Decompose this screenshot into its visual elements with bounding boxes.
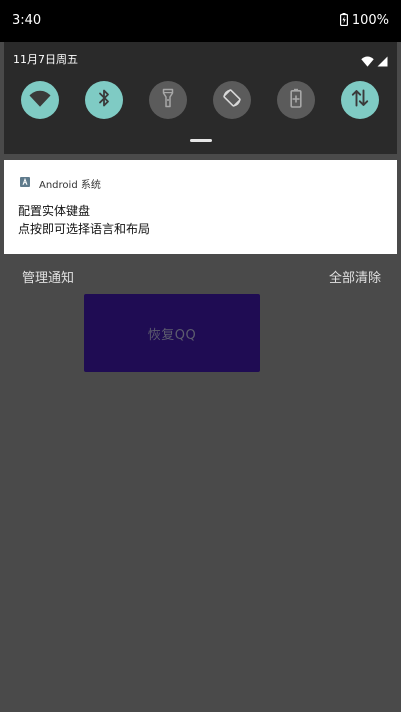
cell-signal-icon — [376, 52, 388, 71]
quick-settings-panel: 11月7日周五 — [4, 42, 397, 154]
wifi-icon — [29, 90, 51, 111]
qs-tile-battery-saver[interactable] — [277, 81, 315, 119]
qs-tile-auto-rotate[interactable] — [213, 81, 251, 119]
qs-tile-wifi[interactable] — [21, 81, 59, 119]
restore-qq-button[interactable]: 恢复QQ — [84, 294, 260, 372]
status-right: 100% — [339, 11, 389, 30]
notification-text: 点按即可选择语言和布局 — [18, 222, 151, 236]
manage-notifications-button[interactable]: 管理通知 — [22, 267, 74, 286]
notification-title: 配置实体键盘 — [18, 204, 91, 218]
data-transfer-icon — [351, 88, 369, 112]
battery-saver-icon — [290, 88, 302, 112]
notification-app-name: Android 系统 — [39, 180, 101, 191]
flashlight-icon — [162, 88, 174, 112]
qs-tile-flashlight[interactable] — [149, 81, 187, 119]
status-bar: 3:40 100% — [0, 0, 401, 42]
battery-percent: 100% — [351, 12, 389, 28]
qs-tile-mobile-data[interactable] — [341, 81, 379, 119]
android-system-icon — [20, 177, 30, 187]
restore-qq-label: 恢复QQ — [147, 327, 197, 343]
qs-expand-handle[interactable] — [190, 139, 212, 142]
bluetooth-icon — [97, 88, 111, 112]
wifi-signal-icon — [361, 52, 374, 71]
rotate-icon — [222, 88, 242, 112]
qs-status-icons — [361, 52, 388, 71]
qs-date: 11月7日周五 — [13, 53, 78, 66]
qs-tile-bluetooth[interactable] — [85, 81, 123, 119]
notification-card[interactable]: Android 系统 配置实体键盘 点按即可选择语言和布局 — [4, 160, 397, 254]
status-time: 3:40 — [12, 13, 42, 28]
clear-all-button[interactable]: 全部清除 — [329, 267, 381, 286]
battery-charging-icon — [339, 11, 348, 30]
